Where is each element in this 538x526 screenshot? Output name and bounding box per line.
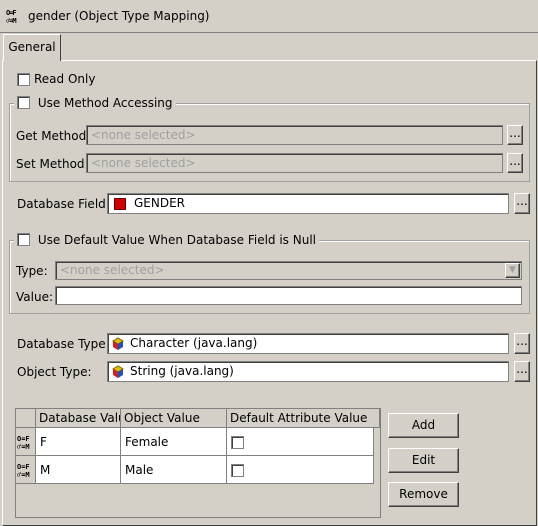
table-cell-database-value[interactable]: F (36, 428, 121, 456)
value-label: Value: (16, 290, 53, 304)
default-attribute-checkbox[interactable] (231, 436, 244, 449)
read-only-label: Read Only (34, 72, 96, 86)
type-label: Type: (16, 264, 48, 278)
object-type-value: String (java.lang) (130, 364, 234, 378)
set-method-field[interactable]: <none selected> (86, 153, 503, 173)
add-button[interactable]: Add (388, 413, 459, 438)
window-titlebar: O=F ♂=M gender (Object Type Mapping) (0, 0, 538, 33)
value-mapping-table: Database Value Object Value Default Attr… (15, 408, 381, 518)
table-row-header[interactable]: O=F ♂=M (16, 428, 36, 456)
table-cell-database-value[interactable]: M (36, 456, 121, 484)
window-title: gender (Object Type Mapping) (28, 9, 210, 23)
get-method-label: Get Method: (16, 129, 91, 143)
column-header-object-value[interactable]: Object Value (121, 409, 227, 428)
object-type-browse-button[interactable]: ... (514, 361, 530, 382)
default-attribute-checkbox[interactable] (231, 464, 244, 477)
table-cell-object-value[interactable]: Female (121, 428, 227, 456)
svg-text:O=F: O=F (17, 435, 30, 443)
column-header-database-value[interactable]: Database Value (36, 409, 121, 428)
value-input[interactable] (55, 286, 522, 305)
read-only-checkbox[interactable] (17, 73, 30, 86)
svg-text:♂=M: ♂=M (17, 443, 30, 450)
svg-text:O=F: O=F (6, 9, 16, 17)
object-type-label: Object Type: (17, 365, 92, 379)
mapping-icon: O=F♂=M (6, 8, 24, 25)
svg-text:♂=M: ♂=M (6, 17, 16, 24)
get-method-field[interactable]: <none selected> (86, 125, 503, 145)
remove-button[interactable]: Remove (388, 482, 459, 507)
database-type-label: Database Type: (17, 337, 110, 351)
database-field-label: Database Field: (17, 197, 110, 211)
mapping-icon: O=F♂=M (17, 463, 30, 479)
table-row-header[interactable]: O=F ♂=M (16, 456, 36, 484)
method-accessing-legend: Use Method Accessing (14, 96, 176, 112)
table-corner-header (16, 409, 36, 428)
default-value-legend: Use Default Value When Database Field is… (14, 233, 319, 249)
object-type-field[interactable]: String (java.lang) (107, 361, 509, 382)
database-type-browse-button[interactable]: ... (514, 333, 530, 354)
set-method-label: Set Method: (16, 157, 89, 171)
type-select[interactable]: <none selected> (55, 261, 522, 280)
table-cell-object-value[interactable]: Male (121, 456, 227, 484)
table-cell-default[interactable] (227, 456, 374, 484)
mapping-icon: O=F♂=M (17, 435, 30, 451)
database-field-icon (114, 197, 126, 210)
method-accessing-checkbox[interactable] (17, 96, 30, 109)
class-type-icon (112, 364, 124, 378)
svg-text:O=F: O=F (17, 463, 30, 471)
type-dropdown-arrow[interactable]: ▼ (505, 263, 520, 278)
edit-button[interactable]: Edit (388, 448, 459, 473)
database-field-input[interactable]: GENDER (107, 193, 509, 214)
method-accessing-label: Use Method Accessing (37, 96, 173, 110)
default-value-label: Use Default Value When Database Field is… (37, 233, 316, 247)
database-type-value: Character (java.lang) (130, 336, 258, 350)
column-header-default-attribute-value[interactable]: Default Attribute Value (227, 409, 380, 428)
class-type-icon (112, 336, 124, 350)
tab-general[interactable]: General (3, 34, 61, 61)
set-method-browse-button[interactable]: ... (507, 153, 523, 173)
database-field-browse-button[interactable]: ... (514, 193, 530, 214)
table-cell-default[interactable] (227, 428, 374, 456)
default-value-checkbox[interactable] (17, 233, 30, 246)
get-method-browse-button[interactable]: ... (507, 125, 523, 145)
database-type-field[interactable]: Character (java.lang) (107, 333, 509, 354)
svg-text:♂=M: ♂=M (17, 471, 30, 478)
database-field-value: GENDER (134, 196, 186, 210)
